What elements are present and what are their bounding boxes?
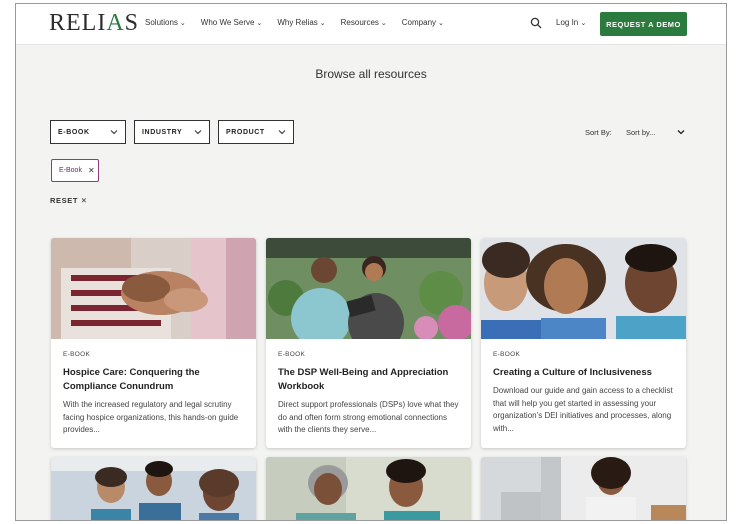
resource-card[interactable] [481, 457, 686, 520]
card-type: E-BOOK [63, 351, 91, 358]
resource-card[interactable] [266, 457, 471, 520]
chevron-down-icon: ⌄ [380, 20, 387, 27]
close-icon[interactable]: ✕ [88, 166, 95, 175]
active-filter-chip[interactable]: E-Book ✕ [51, 159, 99, 182]
card-description: With the increased regulatory and legal … [63, 400, 239, 434]
site-header: RELIAS Solutions ⌄ Who We Serve ⌄ Why Reli… [16, 4, 726, 45]
nav-solutions[interactable]: Solutions ⌄ [145, 18, 186, 27]
resource-card[interactable]: E-BOOK The DSP Well-Being and Appreciati… [266, 238, 471, 448]
card-type: E-BOOK [278, 351, 306, 358]
resource-card[interactable]: E-BOOK Creating a Culture of Inclusivene… [481, 238, 686, 448]
filter-industry[interactable]: INDUSTRY [134, 120, 210, 144]
nav-who-we-serve[interactable]: Who We Serve ⌄ [201, 18, 263, 27]
chevron-down-icon [110, 130, 118, 135]
chevron-down-icon [278, 130, 286, 135]
card-description: Direct support professionals (DSPs) love… [278, 400, 459, 434]
sort-label: Sort By: [585, 128, 612, 137]
card-image-team [51, 457, 256, 520]
resource-card[interactable]: E-BOOK Hospice Care: Conquering the Comp… [51, 238, 256, 448]
resource-card[interactable] [51, 457, 256, 520]
nav-why-relias[interactable]: Why Relias ⌄ [277, 18, 325, 27]
search-icon[interactable] [530, 17, 542, 29]
card-title[interactable]: The DSP Well-Being and Appreciation Work… [278, 366, 459, 394]
login-link[interactable]: Log In ⌄ [556, 18, 586, 27]
card-image-group-smiling [481, 238, 686, 339]
close-icon: ✕ [80, 196, 88, 205]
card-type: E-BOOK [493, 351, 521, 358]
card-title[interactable]: Hospice Care: Conquering the Compliance … [63, 366, 244, 394]
page-title: Browse all resources [315, 67, 427, 81]
card-image-office [481, 457, 686, 520]
request-demo-button[interactable]: REQUEST A DEMO [600, 12, 687, 36]
nav-company[interactable]: Company ⌄ [402, 18, 444, 27]
chevron-down-icon[interactable] [677, 128, 685, 136]
card-image-hands [51, 238, 256, 339]
sort-select[interactable]: Sort by... [626, 128, 655, 137]
chevron-down-icon: ⌄ [319, 20, 326, 27]
nav-resources[interactable]: Resources ⌄ [341, 18, 387, 27]
filter-ebook[interactable]: E-BOOK [50, 120, 126, 144]
card-title[interactable]: Creating a Culture of Inclusiveness [493, 366, 674, 380]
chevron-down-icon: ⌄ [256, 20, 263, 27]
browser-viewport: RELIAS Solutions ⌄ Who We Serve ⌄ Why Reli… [15, 3, 727, 521]
main-nav: Solutions ⌄ Who We Serve ⌄ Why Relias ⌄ Res… [145, 18, 459, 27]
card-image-greenhouse [266, 238, 471, 339]
relias-logo[interactable]: RELIAS [49, 10, 139, 37]
reset-filters-button[interactable]: RESET ✕ [50, 196, 88, 205]
chevron-down-icon: ⌄ [438, 20, 444, 27]
filter-product[interactable]: PRODUCT [218, 120, 294, 144]
card-image-nurse-elder [266, 457, 471, 520]
chevron-down-icon: ⌄ [179, 20, 186, 27]
card-description: Download our guide and gain access to a … [493, 386, 673, 433]
chevron-down-icon: ⌄ [580, 20, 587, 27]
chevron-down-icon [194, 130, 202, 135]
